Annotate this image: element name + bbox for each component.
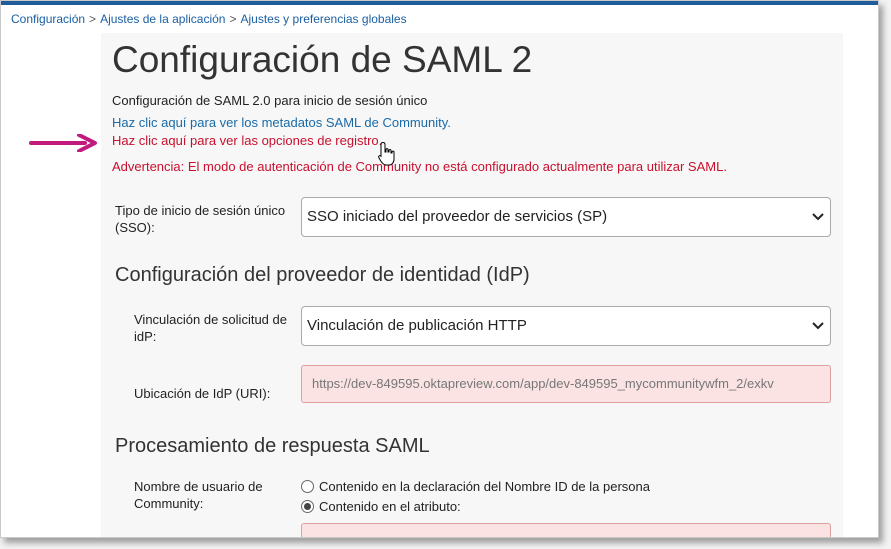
- logging-options-link[interactable]: Haz clic aquí para ver las opciones de r…: [112, 133, 382, 148]
- app-window: Configuración > Ajustes de la aplicación > A…: [0, 0, 879, 538]
- idp-binding-value: Vinculación de publicación HTTP: [307, 317, 527, 334]
- page-subtitle: Configuración de SAML 2.0 para inicio de…: [112, 93, 428, 108]
- breadcrumb-item-ajustes-globales[interactable]: Ajustes y preferencias globales: [241, 12, 407, 26]
- breadcrumb: Configuración > Ajustes de la aplicación > A…: [11, 12, 407, 26]
- username-source-label: Nombre de usuario de Community:: [134, 479, 263, 511]
- response-section-heading: Procesamiento de respuesta SAML: [115, 435, 430, 457]
- top-accent-bar: [1, 1, 878, 5]
- radio-option-attribute[interactable]: Contenido en el atributo:: [301, 499, 461, 514]
- breadcrumb-item-configuracion[interactable]: Configuración: [11, 12, 85, 26]
- sso-type-select[interactable]: SSO iniciado del proveedor de servicios …: [301, 197, 831, 237]
- metadata-link[interactable]: Haz clic aquí para ver los metadatos SAM…: [112, 115, 451, 130]
- breadcrumb-separator: >: [229, 12, 237, 26]
- idp-binding-select[interactable]: Vinculación de publicación HTTP: [301, 306, 831, 346]
- warning-message: Advertencia: El modo de autenticación de…: [112, 159, 727, 174]
- radio-option-label: Contenido en la declaración del Nombre I…: [319, 479, 650, 494]
- attribute-name-input[interactable]: [301, 523, 831, 537]
- radio-button[interactable]: [301, 480, 314, 493]
- idp-section-heading: Configuración del proveedor de identidad…: [115, 264, 530, 286]
- main-content: Configuración de SAML 2 Configuración de…: [101, 33, 843, 537]
- sso-type-value: SSO iniciado del proveedor de servicios …: [307, 208, 608, 225]
- breadcrumb-separator: >: [89, 12, 97, 26]
- page-title: Configuración de SAML 2: [112, 39, 533, 80]
- radio-option-label: Contenido en el atributo:: [319, 499, 461, 514]
- radio-option-nameid[interactable]: Contenido en la declaración del Nombre I…: [301, 479, 650, 494]
- idp-location-input[interactable]: https://dev-849595.oktapreview.com/app/d…: [301, 365, 831, 403]
- idp-location-label: Ubicación de IdP (URI):: [134, 386, 271, 401]
- hand-pointer-icon: [378, 141, 395, 166]
- idp-binding-label: Vinculación de solicitud de idP:: [134, 312, 287, 344]
- sso-type-label: Tipo de inicio de sesión único (SSO):: [115, 203, 286, 235]
- breadcrumb-item-ajustes-aplicacion[interactable]: Ajustes de la aplicación: [100, 12, 225, 26]
- radio-button-selected[interactable]: [301, 500, 314, 513]
- chevron-down-icon: [812, 213, 824, 221]
- arrow-right-icon: [29, 134, 97, 152]
- chevron-down-icon: [812, 322, 824, 330]
